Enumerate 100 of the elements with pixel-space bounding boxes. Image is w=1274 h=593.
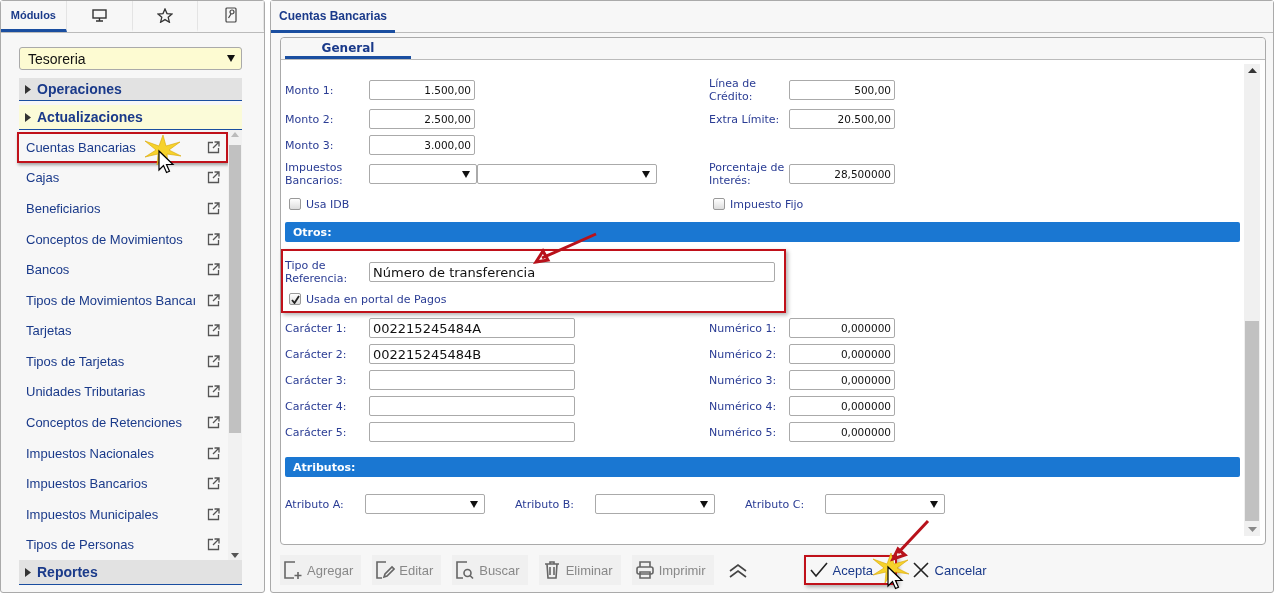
field-label: Monto 1: <box>285 83 335 97</box>
number-field[interactable]: 0,000000 <box>789 370 895 390</box>
field-label: Carácter 1: <box>285 321 348 335</box>
wrench-icon <box>224 7 237 23</box>
field-label: Monto 3: <box>285 138 335 152</box>
menu-item[interactable]: Conceptos de Movimientos <box>17 223 228 255</box>
star-icon <box>156 7 173 23</box>
reference-field[interactable]: Número de transferencia <box>369 262 775 282</box>
text-field[interactable]: 002215245484B <box>369 344 575 364</box>
external-link-icon <box>207 171 220 185</box>
dropdown-arrow-icon <box>642 170 650 178</box>
section-bar: Otros: <box>285 222 1240 242</box>
external-link-icon <box>207 324 220 338</box>
menu-item[interactable]: Unidades Tributarias <box>17 376 228 408</box>
field-label: Carácter 4: <box>285 399 348 413</box>
external-link-icon <box>207 354 220 368</box>
module-select[interactable]: Tesoreria <box>19 47 242 70</box>
external-link-icon <box>207 477 220 491</box>
field-label: Numérico 5: <box>709 425 778 439</box>
search-icon <box>455 560 476 580</box>
menu-item[interactable]: Tipos de Movimientos Bancaı <box>17 284 228 316</box>
external-link-icon <box>207 263 220 277</box>
number-field[interactable]: 0,000000 <box>789 344 895 364</box>
attribute-select[interactable] <box>595 494 715 514</box>
field-label: Carácter 5: <box>285 425 348 439</box>
arrow-drawing <box>890 519 932 561</box>
scroll-up-icon[interactable] <box>1247 68 1257 73</box>
field-label: Numérico 1: <box>709 321 778 335</box>
attribute-select[interactable] <box>825 494 945 514</box>
section-header[interactable]: Reportes <box>19 560 242 585</box>
mouse-pointer-icon <box>158 150 174 174</box>
scroll-down-icon[interactable] <box>1247 527 1257 532</box>
amount-field[interactable]: 2.500,00 <box>369 109 475 129</box>
tab[interactable]: Cuentas Bancarias <box>271 1 396 33</box>
field-label: Tipo de Referencia: <box>285 259 349 285</box>
menu-item[interactable]: Tipos de Tarjetas <box>17 346 228 377</box>
percentage-field[interactable]: 28,500000 <box>789 164 895 184</box>
external-link-icon <box>207 446 220 460</box>
dropdown-arrow-icon <box>227 55 235 62</box>
tax-select[interactable] <box>477 164 657 184</box>
checkbox-label: Usa IDB <box>306 197 350 211</box>
amount-field[interactable]: 500,00 <box>789 80 895 100</box>
caret-icon <box>25 112 31 122</box>
field-label: Carácter 3: <box>285 373 348 387</box>
field-label: Impuestos Bancarios: <box>285 161 344 187</box>
add-icon <box>283 560 303 580</box>
field-label: Monto 2: <box>285 112 335 126</box>
checkbox-label: Impuesto Fijo <box>730 197 804 211</box>
field-label: Numérico 3: <box>709 373 778 387</box>
number-field[interactable]: 0,000000 <box>789 318 895 338</box>
menu-item[interactable]: Impuestos Bancarios <box>17 468 228 499</box>
external-link-icon <box>207 140 220 154</box>
field-label: Numérico 4: <box>709 399 778 413</box>
menu-item[interactable]: Impuestos Nacionales <box>17 437 228 469</box>
external-link-icon <box>207 538 220 552</box>
external-link-icon <box>207 293 220 307</box>
number-field[interactable]: 0,000000 <box>789 422 895 442</box>
tax-select[interactable] <box>369 164 477 184</box>
tab[interactable]: General <box>285 38 411 59</box>
menu-item[interactable]: Bancos <box>17 254 228 285</box>
external-link-icon <box>207 201 220 215</box>
text-field[interactable]: 002215245484A <box>369 318 575 338</box>
external-link-icon <box>207 416 220 429</box>
field-label: Porcentaje de Interés: <box>709 161 786 187</box>
section-bar: Atributos: <box>285 457 1240 477</box>
number-field[interactable]: 0,000000 <box>789 396 895 416</box>
amount-field[interactable]: 1.500,00 <box>369 80 475 100</box>
field-label: Atributo C: <box>745 497 806 511</box>
text-field[interactable] <box>369 422 575 442</box>
checkbox[interactable] <box>289 293 301 305</box>
attribute-select[interactable] <box>365 494 485 514</box>
sparkle-icon <box>873 553 909 583</box>
external-link-icon <box>207 507 220 521</box>
amount-field[interactable]: 20.500,00 <box>789 109 895 129</box>
checkbox[interactable] <box>289 198 301 210</box>
section-header[interactable]: Actualizaciones <box>19 105 242 130</box>
menu-item[interactable]: Beneficiarios <box>17 193 228 224</box>
field-label: Atributo B: <box>515 497 575 511</box>
text-field[interactable] <box>369 396 575 416</box>
checkbox[interactable] <box>713 198 725 210</box>
menu-item[interactable]: Cajas <box>17 162 228 194</box>
scroll-down-icon[interactable] <box>231 553 239 558</box>
menu-item[interactable]: Tipos de Personas <box>17 529 228 561</box>
sparkle-icon <box>145 135 181 165</box>
cancel-button[interactable]: Cancelar <box>907 555 991 585</box>
menu-item[interactable]: Impuestos Municipales <box>17 498 228 530</box>
amount-field[interactable]: 3.000,00 <box>369 135 475 155</box>
section-header[interactable]: Operaciones <box>19 78 242 101</box>
text-field[interactable] <box>369 370 575 390</box>
scrollbar[interactable] <box>228 130 242 560</box>
mouse-pointer-icon <box>887 566 903 590</box>
printer-icon <box>634 560 655 580</box>
checkmark-icon <box>808 560 829 580</box>
tab[interactable]: Módulos <box>1 1 67 32</box>
field-label: Atributo A: <box>285 497 345 511</box>
monitor-icon <box>91 8 107 22</box>
menu-item[interactable]: Tarjetas <box>17 315 228 347</box>
scrollbar[interactable] <box>1244 64 1260 536</box>
menu-item[interactable]: Cuentas Bancarias <box>17 132 228 163</box>
menu-item[interactable]: Conceptos de Retenciones <box>17 407 228 438</box>
